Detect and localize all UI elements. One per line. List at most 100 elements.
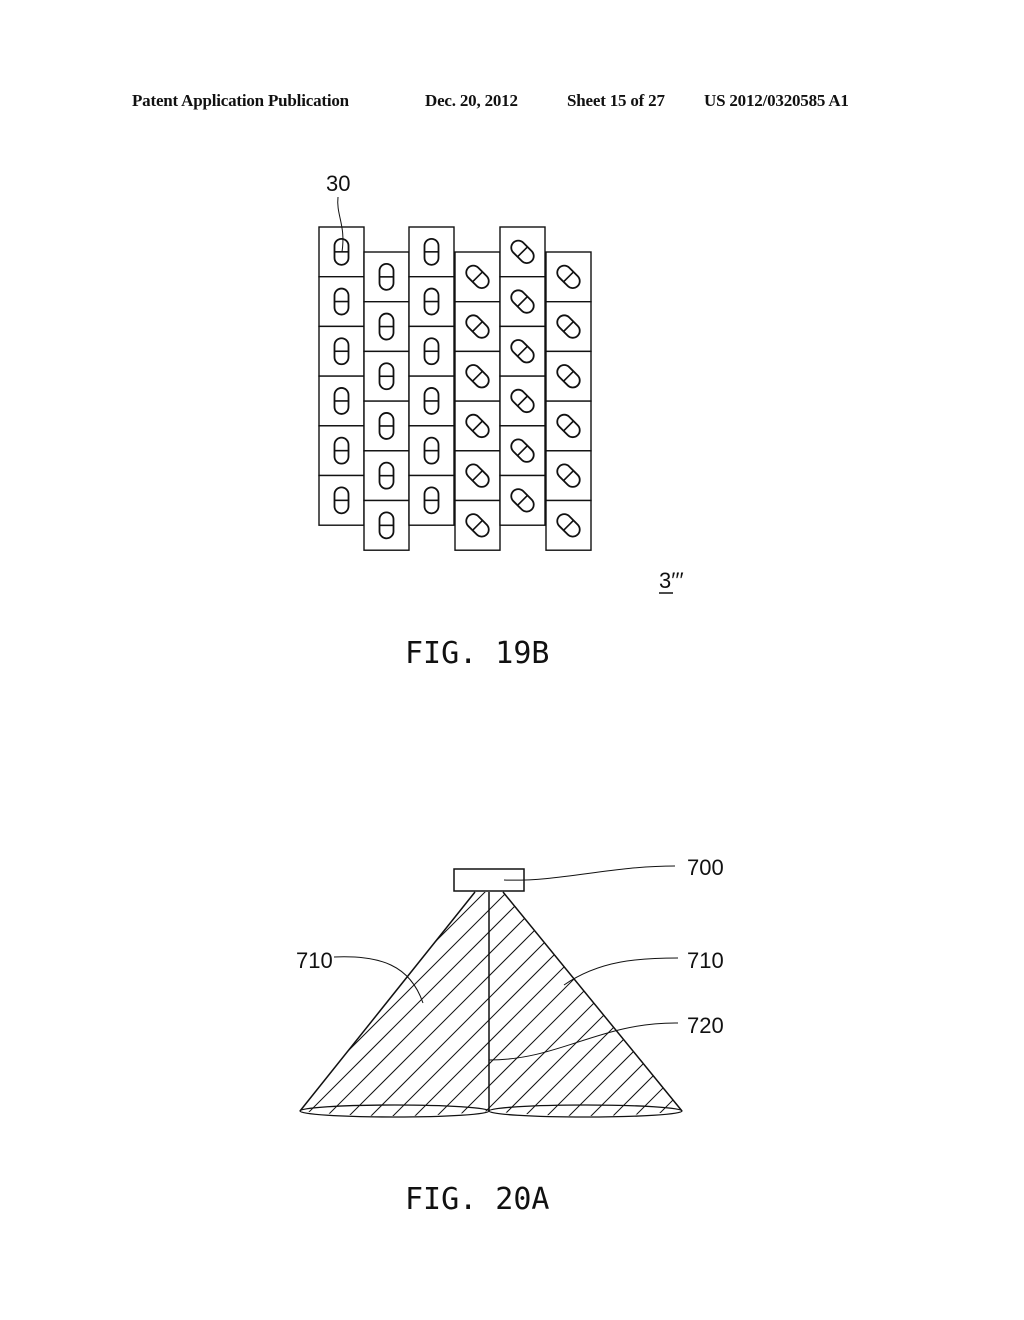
led-cell bbox=[318, 474, 365, 526]
hatch-line bbox=[0, 865, 204, 1125]
led-cell bbox=[545, 499, 592, 551]
ref-label-30: 30 bbox=[326, 171, 350, 196]
array-label: 3′′′ bbox=[659, 568, 684, 593]
led-cell bbox=[318, 425, 365, 477]
led-cell bbox=[363, 350, 410, 402]
led-cell bbox=[408, 226, 455, 278]
led-cell bbox=[545, 450, 592, 502]
hatch-line bbox=[669, 892, 682, 1116]
led-cell bbox=[363, 301, 410, 353]
hatch-line bbox=[300, 892, 315, 1116]
led-cell bbox=[545, 400, 592, 452]
hatch-line bbox=[471, 892, 682, 1116]
led-cell bbox=[318, 276, 365, 328]
light-beam bbox=[0, 865, 1024, 1125]
hatch-line bbox=[714, 865, 974, 1125]
hatch-line bbox=[383, 892, 645, 1116]
leader-line-710-left bbox=[333, 956, 424, 1004]
hatch-line bbox=[0, 865, 182, 1125]
fig-20a-caption: FIG. 20A bbox=[405, 1182, 550, 1217]
hatch-line bbox=[300, 892, 425, 1116]
hatch-line bbox=[300, 892, 359, 1116]
hatch-line bbox=[300, 892, 403, 1116]
hatch-line bbox=[515, 892, 682, 1116]
hatch-line bbox=[493, 892, 682, 1116]
hatch-line bbox=[361, 892, 623, 1116]
led-cell bbox=[545, 301, 592, 353]
led-cell bbox=[363, 400, 410, 452]
beam-right-base bbox=[488, 1104, 683, 1118]
led-array-grid bbox=[318, 226, 592, 551]
hatch-line bbox=[0, 865, 50, 1125]
hatch-line bbox=[427, 892, 682, 1116]
led-cell bbox=[499, 325, 546, 377]
hatch-line bbox=[647, 892, 682, 1116]
led-cell bbox=[454, 400, 501, 452]
hatch-line bbox=[0, 865, 226, 1125]
led-cell bbox=[408, 325, 455, 377]
hatch-line bbox=[603, 892, 682, 1116]
hatch-line bbox=[300, 892, 381, 1116]
led-cell bbox=[545, 251, 592, 303]
hatch-line bbox=[581, 892, 682, 1116]
hatch-line bbox=[890, 865, 1024, 1125]
led-cell bbox=[454, 350, 501, 402]
hatch-line bbox=[10, 865, 270, 1125]
hatch-line bbox=[868, 865, 1024, 1125]
hatch-line bbox=[300, 892, 447, 1116]
hatch-line bbox=[32, 865, 292, 1125]
led-cell bbox=[454, 450, 501, 502]
hatch-line bbox=[0, 865, 248, 1125]
hatch-line bbox=[956, 865, 1024, 1125]
hatch-line bbox=[405, 892, 667, 1116]
ref-label-710-left: 710 bbox=[296, 948, 333, 973]
leader-line-720 bbox=[488, 1022, 679, 1061]
led-cell bbox=[454, 251, 501, 303]
hatch-line bbox=[300, 892, 337, 1116]
led-cell bbox=[408, 276, 455, 328]
hatch-line bbox=[1000, 865, 1024, 1125]
hatch-line bbox=[559, 892, 682, 1116]
led-cell bbox=[363, 499, 410, 551]
hatch-line bbox=[300, 892, 557, 1116]
led-cell bbox=[408, 375, 455, 427]
hatch-line bbox=[934, 865, 1024, 1125]
ref-label-700: 700 bbox=[687, 855, 724, 880]
hatch-line bbox=[802, 865, 1024, 1125]
hatch-line bbox=[0, 865, 116, 1125]
hatch-line bbox=[780, 865, 1024, 1125]
led-cell bbox=[318, 375, 365, 427]
drawing-canvas: 30 3′′′ FIG. 19B 700 710 710 720 FIG. 20… bbox=[0, 171, 1024, 1217]
hatch-line bbox=[300, 892, 469, 1116]
hatch-line bbox=[300, 892, 491, 1116]
led-cell bbox=[454, 499, 501, 551]
led-cell bbox=[408, 425, 455, 477]
fig-19b-caption: FIG. 19B bbox=[405, 636, 550, 671]
hatch-line bbox=[317, 892, 579, 1116]
hatch-line bbox=[692, 865, 952, 1125]
hatch-line bbox=[824, 865, 1024, 1125]
led-cell bbox=[545, 350, 592, 402]
hatch-line bbox=[846, 865, 1024, 1125]
hatch-line bbox=[625, 892, 682, 1116]
hatch-line bbox=[736, 865, 996, 1125]
ref-label-710-right: 710 bbox=[687, 948, 724, 973]
leader-line-710-right bbox=[563, 957, 679, 986]
hatch-line bbox=[339, 892, 601, 1116]
leader-line-700 bbox=[503, 865, 676, 881]
hatch-line bbox=[0, 865, 72, 1125]
led-cell bbox=[318, 226, 365, 278]
led-cell bbox=[499, 226, 546, 278]
hatch-line bbox=[0, 865, 94, 1125]
hatch-line bbox=[537, 892, 682, 1116]
led-cell bbox=[408, 474, 455, 526]
led-cell bbox=[499, 375, 546, 427]
led-cell bbox=[318, 325, 365, 377]
hatch-line bbox=[978, 865, 1024, 1125]
ref-label-720: 720 bbox=[687, 1013, 724, 1038]
led-cell bbox=[499, 276, 546, 328]
led-cell bbox=[499, 474, 546, 526]
hatch-line bbox=[300, 892, 513, 1116]
hatch-line bbox=[912, 865, 1024, 1125]
led-cell bbox=[454, 301, 501, 353]
